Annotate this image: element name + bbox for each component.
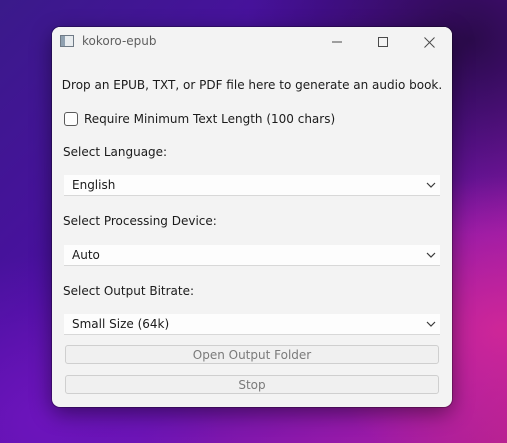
chevron-down-icon (426, 252, 436, 258)
language-select[interactable]: English (64, 175, 440, 196)
drop-zone-hint: Drop an EPUB, TXT, or PDF file here to g… (61, 78, 443, 92)
bitrate-select[interactable]: Small Size (64k) (64, 314, 440, 335)
checkbox-box[interactable] (64, 112, 78, 126)
chevron-down-icon (426, 182, 436, 188)
close-button[interactable] (406, 27, 452, 57)
open-output-folder-button[interactable]: Open Output Folder (65, 345, 439, 364)
main-panel: Drop an EPUB, TXT, or PDF file here to g… (52, 57, 452, 407)
minimize-button[interactable] (314, 27, 360, 57)
open-output-folder-label: Open Output Folder (192, 347, 312, 362)
chevron-down-icon (426, 321, 436, 327)
close-icon (423, 36, 435, 48)
app-window-icon (60, 35, 74, 47)
maximize-button[interactable] (360, 27, 406, 57)
stop-label: Stop (238, 377, 266, 392)
min-length-checkbox-label[interactable]: Require Minimum Text Length (100 chars) (84, 112, 335, 126)
device-select[interactable]: Auto (64, 245, 440, 266)
maximize-icon (378, 37, 388, 47)
language-select-value: English (72, 178, 116, 192)
stop-button[interactable]: Stop (65, 375, 439, 394)
bitrate-select-value: Small Size (64k) (72, 317, 170, 331)
bitrate-label: Select Output Bitrate: (63, 284, 195, 298)
device-label: Select Processing Device: (63, 214, 217, 228)
window-title: kokoro-epub (82, 34, 157, 48)
minimize-icon (332, 41, 342, 43)
app-window: kokoro-epub Drop an EPUB, TXT, or PDF fi… (52, 27, 452, 407)
language-label: Select Language: (63, 145, 168, 159)
device-select-value: Auto (72, 248, 100, 262)
title-bar[interactable]: kokoro-epub (52, 27, 452, 57)
min-length-checkbox[interactable]: Require Minimum Text Length (100 chars) (64, 110, 335, 128)
